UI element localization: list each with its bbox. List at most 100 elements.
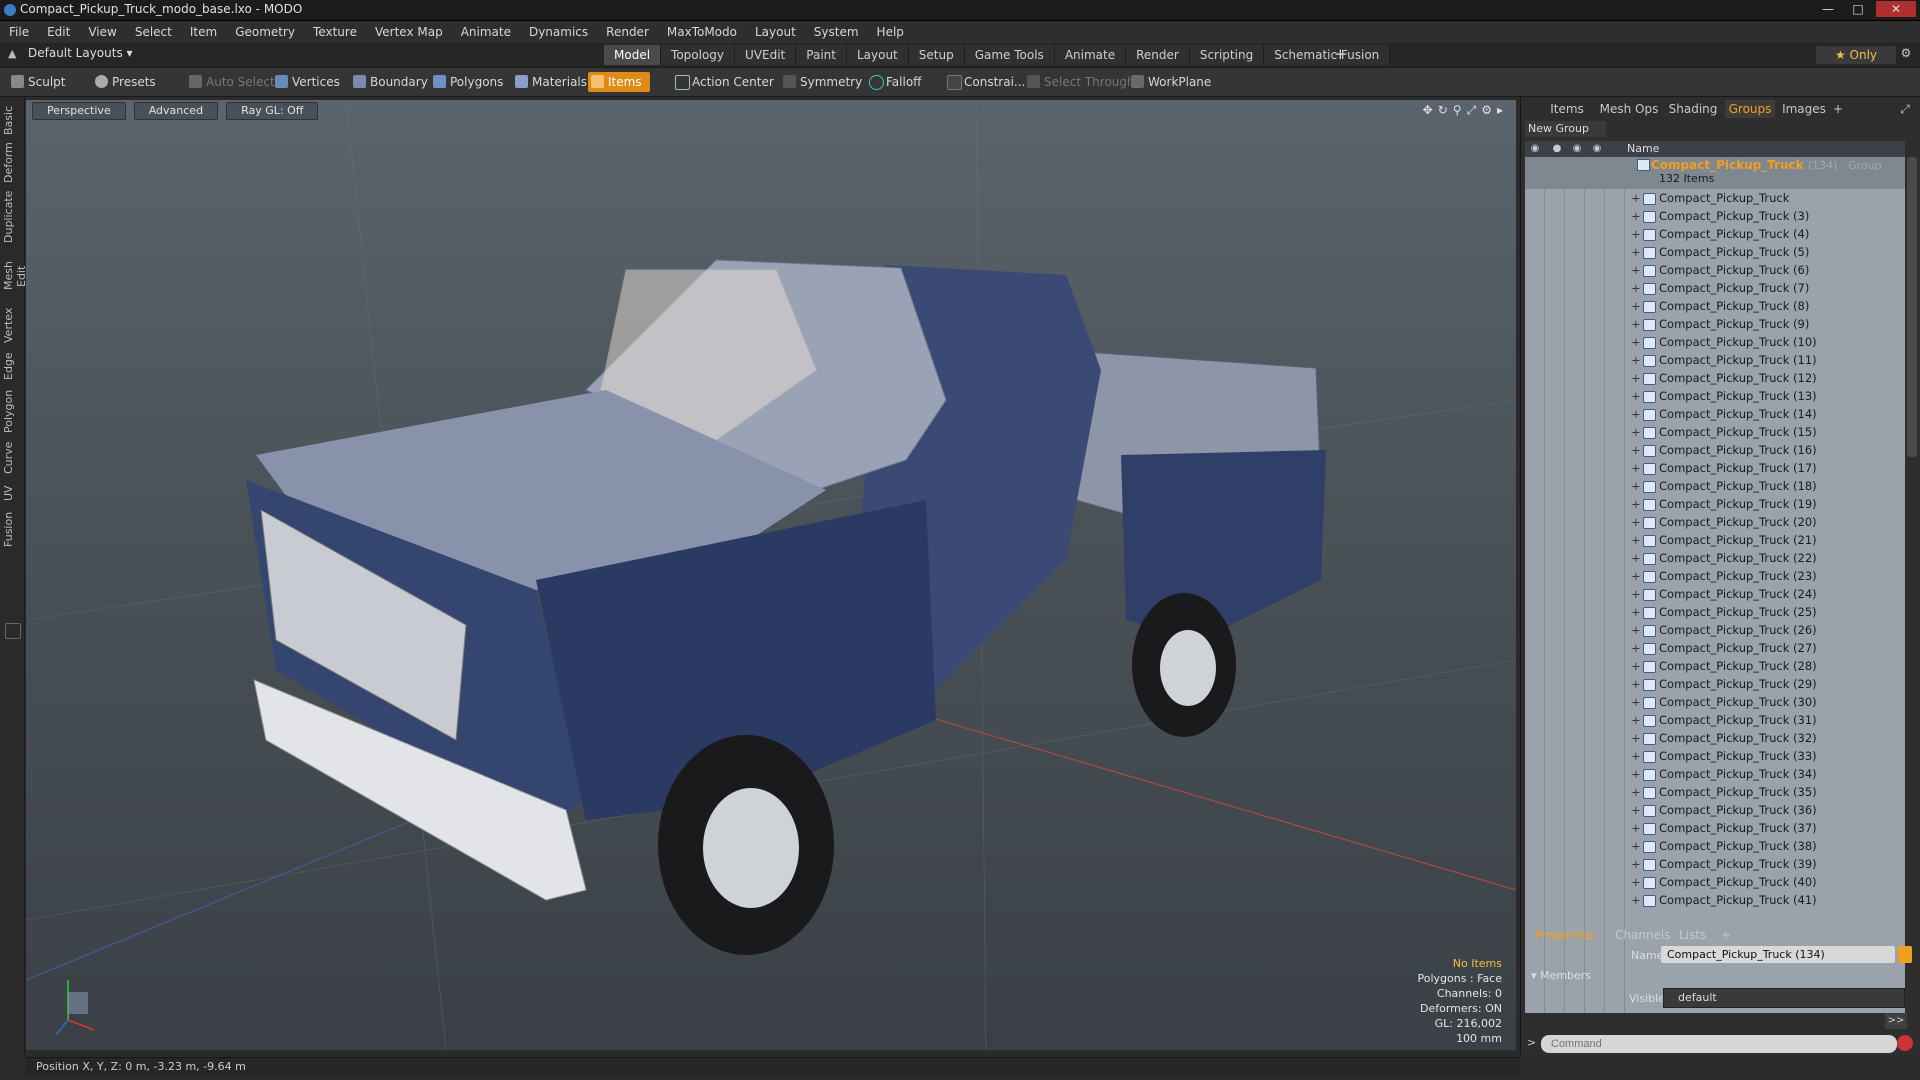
tab-layout[interactable]: Layout bbox=[846, 45, 909, 65]
tab-topology[interactable]: Topology bbox=[661, 45, 736, 65]
tree-item[interactable]: + Compact_Pickup_Truck (3) bbox=[1525, 207, 1905, 225]
tree-item[interactable]: + Compact_Pickup_Truck (25) bbox=[1525, 603, 1905, 621]
menu-animate[interactable]: Animate bbox=[452, 21, 520, 43]
expand-icon[interactable]: + bbox=[1631, 567, 1641, 585]
shading-advanced-dropdown[interactable]: Advanced bbox=[133, 102, 219, 120]
tab-setup[interactable]: Setup bbox=[908, 45, 965, 65]
tree-item[interactable]: + Compact_Pickup_Truck (34) bbox=[1525, 765, 1905, 783]
tree-item[interactable]: + Compact_Pickup_Truck (32) bbox=[1525, 729, 1905, 747]
select-through-button[interactable]: Select Through bbox=[1024, 72, 1135, 92]
tree-item[interactable]: + Compact_Pickup_Truck (21) bbox=[1525, 531, 1905, 549]
menu-item[interactable]: Item bbox=[181, 21, 226, 43]
expand-icon[interactable]: + bbox=[1631, 639, 1641, 657]
tab-schematic-fusion[interactable]: Schematic Fusion bbox=[1264, 45, 1391, 65]
viewport-settings-icon[interactable]: ⚙ bbox=[1481, 103, 1497, 117]
side-tab-basic[interactable]: Basic bbox=[2, 103, 22, 137]
tree-item[interactable]: + Compact_Pickup_Truck (41) bbox=[1525, 891, 1905, 909]
expand-icon[interactable]: + bbox=[1631, 873, 1641, 891]
expand-icon[interactable]: + bbox=[1631, 549, 1641, 567]
tree-item[interactable]: + Compact_Pickup_Truck (27) bbox=[1525, 639, 1905, 657]
rotate-view-icon[interactable]: ↻ bbox=[1438, 103, 1453, 117]
more-button[interactable]: >> bbox=[1885, 1013, 1907, 1029]
expand-icon[interactable]: + bbox=[1631, 459, 1641, 477]
materials-button[interactable]: Materials bbox=[512, 72, 587, 92]
layout-arrow-icon[interactable]: ▲ bbox=[8, 47, 20, 61]
expand-icon[interactable]: + bbox=[1631, 207, 1641, 225]
tab-channels[interactable]: Channels bbox=[1615, 926, 1671, 944]
group-name-field[interactable]: Compact_Pickup_Truck (134) bbox=[1661, 946, 1895, 963]
menu-edit[interactable]: Edit bbox=[38, 21, 79, 43]
expand-icon[interactable]: + bbox=[1631, 297, 1641, 315]
tree-item[interactable]: + Compact_Pickup_Truck (17) bbox=[1525, 459, 1905, 477]
menu-texture[interactable]: Texture bbox=[304, 21, 366, 43]
tree-item[interactable]: + Compact_Pickup_Truck (20) bbox=[1525, 513, 1905, 531]
expand-icon[interactable]: + bbox=[1631, 819, 1641, 837]
add-properties-tab-icon[interactable]: + bbox=[1721, 926, 1731, 944]
tree-item[interactable]: + Compact_Pickup_Truck bbox=[1525, 189, 1905, 207]
menu-system[interactable]: System bbox=[805, 21, 868, 43]
tree-item[interactable]: + Compact_Pickup_Truck (36) bbox=[1525, 801, 1905, 819]
raygl-toggle[interactable]: Ray GL: Off bbox=[226, 102, 319, 120]
falloff-button[interactable]: Falloff bbox=[866, 72, 921, 92]
symmetry-button[interactable]: Symmetry bbox=[780, 72, 862, 92]
members-section[interactable]: ▾ Members bbox=[1531, 969, 1591, 982]
tab-mesh-ops[interactable]: Mesh Ops bbox=[1597, 100, 1661, 118]
menu-dynamics[interactable]: Dynamics bbox=[520, 21, 597, 43]
visible-dropdown[interactable]: default bbox=[1663, 988, 1905, 1008]
tree-scrollbar[interactable] bbox=[1907, 157, 1917, 457]
tree-item[interactable]: + Compact_Pickup_Truck (22) bbox=[1525, 549, 1905, 567]
side-tab-mesh-edit[interactable]: Mesh Edit bbox=[2, 251, 28, 301]
side-tab-deform[interactable]: Deform bbox=[2, 142, 22, 183]
menu-file[interactable]: File bbox=[0, 21, 38, 43]
constraints-button[interactable]: Constrai... bbox=[944, 72, 1025, 92]
expand-icon[interactable]: + bbox=[1631, 837, 1641, 855]
side-tab-duplicate[interactable]: Duplicate bbox=[2, 191, 22, 243]
add-panel-tab-icon[interactable]: + bbox=[1831, 100, 1845, 118]
gear-icon[interactable]: ⚙ bbox=[1896, 46, 1916, 60]
tree-item[interactable]: + Compact_Pickup_Truck (18) bbox=[1525, 477, 1905, 495]
expand-icon[interactable]: + bbox=[1631, 387, 1641, 405]
tab-items[interactable]: Items bbox=[1541, 100, 1593, 118]
new-group-button[interactable]: New Group bbox=[1525, 121, 1606, 137]
tab-lists[interactable]: Lists bbox=[1679, 926, 1706, 944]
expand-icon[interactable]: + bbox=[1631, 423, 1641, 441]
close-icon[interactable]: ✕ bbox=[1876, 1, 1916, 17]
expand-icon[interactable]: + bbox=[1631, 513, 1641, 531]
sculpt-button[interactable]: Sculpt bbox=[8, 72, 65, 92]
viewport-expand-icon[interactable]: ▸ bbox=[1497, 103, 1508, 117]
expand-icon[interactable]: + bbox=[1631, 621, 1641, 639]
tree-item[interactable]: + Compact_Pickup_Truck (16) bbox=[1525, 441, 1905, 459]
expand-icon[interactable]: + bbox=[1631, 441, 1641, 459]
tab-model[interactable]: Model bbox=[604, 45, 662, 65]
tab-animate[interactable]: Animate bbox=[1054, 45, 1127, 65]
fit-view-icon[interactable]: ⤢ bbox=[1467, 103, 1482, 117]
expand-icon[interactable]: + bbox=[1631, 333, 1641, 351]
tree-item[interactable]: + Compact_Pickup_Truck (7) bbox=[1525, 279, 1905, 297]
tree-item[interactable]: + Compact_Pickup_Truck (26) bbox=[1525, 621, 1905, 639]
menu-help[interactable]: Help bbox=[868, 21, 913, 43]
expand-icon[interactable]: + bbox=[1631, 747, 1641, 765]
tree-item[interactable]: + Compact_Pickup_Truck (23) bbox=[1525, 567, 1905, 585]
tab-properties[interactable]: Properties bbox=[1535, 926, 1596, 944]
tree-item[interactable]: + Compact_Pickup_Truck (38) bbox=[1525, 837, 1905, 855]
side-tab-edge[interactable]: Edge bbox=[2, 351, 22, 381]
tree-item[interactable]: + Compact_Pickup_Truck (8) bbox=[1525, 297, 1905, 315]
tree-item[interactable]: + Compact_Pickup_Truck (30) bbox=[1525, 693, 1905, 711]
tree-item[interactable]: + Compact_Pickup_Truck (14) bbox=[1525, 405, 1905, 423]
default-layouts-dropdown[interactable]: Default Layouts ▾ bbox=[28, 46, 133, 60]
menu-maxtomodo[interactable]: MaxToModo bbox=[658, 21, 746, 43]
tree-item[interactable]: + Compact_Pickup_Truck (12) bbox=[1525, 369, 1905, 387]
tree-item[interactable]: + Compact_Pickup_Truck (29) bbox=[1525, 675, 1905, 693]
panel-expand-icon[interactable]: ⤢ bbox=[1893, 100, 1917, 118]
perspective-dropdown[interactable]: Perspective bbox=[32, 102, 126, 120]
items-button[interactable]: Items bbox=[588, 72, 650, 92]
tree-item[interactable]: + Compact_Pickup_Truck (33) bbox=[1525, 747, 1905, 765]
palette-toggle-icon[interactable] bbox=[5, 623, 21, 639]
tree-item[interactable]: + Compact_Pickup_Truck (35) bbox=[1525, 783, 1905, 801]
tree-item[interactable]: + Compact_Pickup_Truck (6) bbox=[1525, 261, 1905, 279]
tree-item[interactable]: + Compact_Pickup_Truck (39) bbox=[1525, 855, 1905, 873]
action-center-button[interactable]: Action Center bbox=[672, 72, 774, 92]
tree-item[interactable]: + Compact_Pickup_Truck (13) bbox=[1525, 387, 1905, 405]
tab-images[interactable]: Images bbox=[1779, 100, 1829, 118]
tree-item[interactable]: + Compact_Pickup_Truck (31) bbox=[1525, 711, 1905, 729]
